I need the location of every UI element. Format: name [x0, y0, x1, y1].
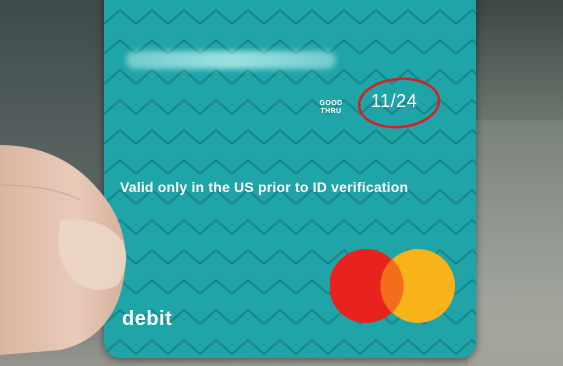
debit-card: GOOD THRU 11/24 Valid only in the US pri…: [104, 0, 476, 358]
blurred-card-number: [126, 51, 336, 69]
good-thru-label: GOOD THRU: [316, 100, 346, 116]
good-thru-line-2: THRU: [320, 108, 342, 115]
holding-finger: [0, 145, 127, 355]
validity-notice: Valid only in the US prior to ID verific…: [120, 179, 409, 195]
mastercard-logo-icon: [330, 249, 455, 323]
photo-scene: GOOD THRU 11/24 Valid only in the US pri…: [0, 0, 563, 366]
good-thru-line-1: GOOD: [319, 100, 343, 107]
expiry-date: 11/24: [371, 91, 418, 111]
